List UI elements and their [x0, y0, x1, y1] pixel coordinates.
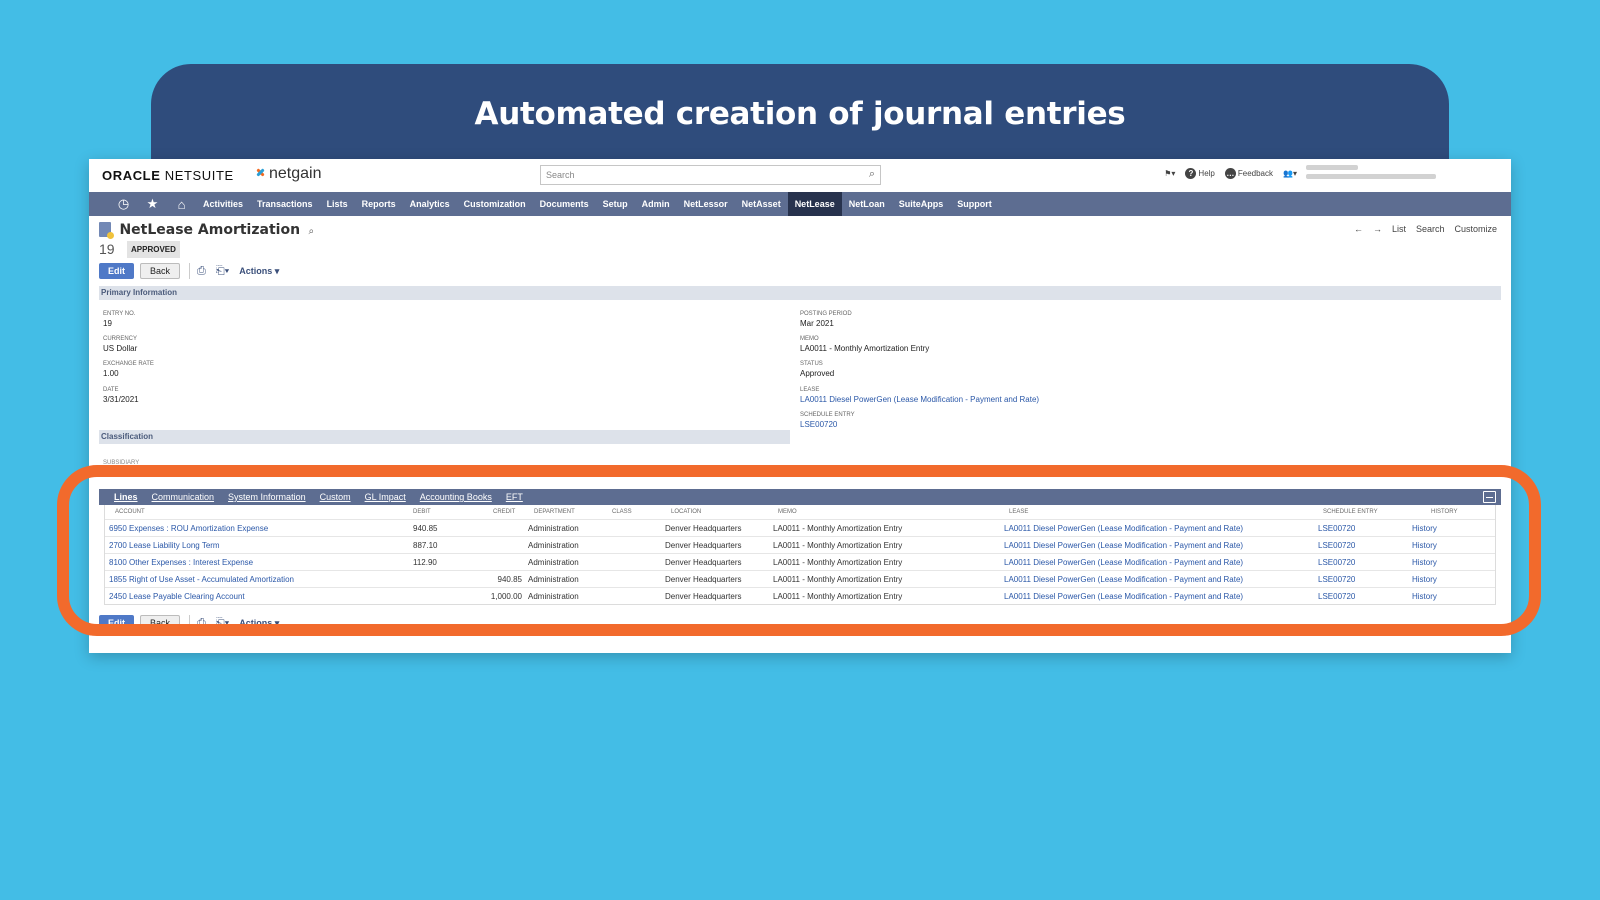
- status-label: STATUS: [800, 361, 823, 367]
- currency-label: CURRENCY: [103, 336, 138, 342]
- nav-lists[interactable]: Lists: [320, 192, 355, 216]
- user-menu-icon[interactable]: 👥▾: [1283, 169, 1297, 178]
- back-arrow-icon[interactable]: ←: [1354, 224, 1363, 234]
- global-search-input[interactable]: Search ⌕: [540, 165, 881, 185]
- posting-period-value: Mar 2021: [800, 319, 834, 328]
- lease-link[interactable]: LA0011 Diesel PowerGen (Lease Modificati…: [800, 395, 1039, 404]
- currency-field: CURRENCY US Dollar: [103, 336, 137, 353]
- date-value: 3/31/2021: [103, 395, 139, 404]
- nav-documents[interactable]: Documents: [533, 192, 596, 216]
- nav-suiteapps[interactable]: SuiteApps: [892, 192, 951, 216]
- new-icon[interactable]: ⎗▾: [216, 265, 229, 278]
- recent-icon[interactable]: ◷: [109, 196, 138, 212]
- primary-information-header[interactable]: Primary Information: [99, 286, 1501, 300]
- memo-field: MEMO LA0011 - Monthly Amortization Entry: [800, 336, 929, 353]
- feedback-link[interactable]: … Feedback: [1224, 168, 1274, 179]
- date-label: DATE: [103, 387, 119, 393]
- help-icon: ?: [1185, 168, 1197, 179]
- nav-netloan[interactable]: NetLoan: [842, 192, 892, 216]
- customize-link[interactable]: Customize: [1454, 224, 1497, 234]
- main-nav: ◷ ★ ⌂ Activities Transactions Lists Repo…: [89, 192, 1511, 216]
- netgain-icon: [254, 166, 267, 179]
- entry-no-label: ENTRY NO.: [103, 311, 136, 317]
- feedback-label: Feedback: [1237, 169, 1274, 178]
- lease-field: LEASE LA0011 Diesel PowerGen (Lease Modi…: [800, 387, 1039, 404]
- posting-period-label: POSTING PERIOD: [800, 311, 852, 317]
- memo-label: MEMO: [800, 336, 819, 342]
- nav-setup[interactable]: Setup: [596, 192, 635, 216]
- entry-no-value: 19: [103, 319, 112, 328]
- print-icon[interactable]: ⎙: [197, 265, 206, 278]
- search-icon[interactable]: ⌕: [869, 168, 875, 181]
- divider: [189, 263, 191, 279]
- nav-admin[interactable]: Admin: [635, 192, 677, 216]
- status-value: Approved: [800, 369, 835, 378]
- help-link[interactable]: ? Help: [1185, 168, 1215, 179]
- oracle-netsuite-logo[interactable]: ORACLE NETSUITE: [102, 168, 234, 183]
- shortcuts-icon[interactable]: ⚑▾: [1164, 169, 1175, 178]
- nav-support[interactable]: Support: [950, 192, 999, 216]
- feedback-icon: …: [1224, 168, 1236, 179]
- help-label: Help: [1198, 169, 1215, 178]
- page-title: NetLease Amortization: [119, 222, 301, 238]
- page-header: NetLease Amortization ⌕: [99, 221, 314, 239]
- nav-netlease[interactable]: NetLease: [787, 192, 842, 216]
- nav-transactions[interactable]: Transactions: [250, 192, 320, 216]
- netsuite-wordmark: NETSUITE: [164, 168, 234, 183]
- actions-menu[interactable]: Actions ▾: [239, 266, 279, 277]
- lines-highlight-frame: [57, 465, 1541, 636]
- oracle-wordmark: ORACLE: [102, 168, 161, 183]
- schedule-entry-link[interactable]: LSE00720: [800, 420, 855, 429]
- entry-no-field: ENTRY NO. 19: [103, 311, 135, 328]
- status-badge: APPROVED: [127, 241, 180, 258]
- posting-period-field: POSTING PERIOD Mar 2021: [800, 311, 852, 328]
- nav-analytics[interactable]: Analytics: [403, 192, 457, 216]
- nav-netlessor[interactable]: NetLessor: [677, 192, 735, 216]
- exchange-rate-field: EXCHANGE RATE 1.00: [103, 361, 154, 378]
- schedule-entry-field: SCHEDULE ENTRY LSE00720: [800, 412, 855, 429]
- record-icon: [99, 222, 114, 239]
- back-button[interactable]: Back: [140, 263, 181, 279]
- nav-netasset[interactable]: NetAsset: [735, 192, 788, 216]
- netgain-logo: netgain: [254, 165, 322, 183]
- date-field: DATE 3/31/2021: [103, 387, 139, 404]
- currency-value: US Dollar: [103, 344, 138, 353]
- classification-header[interactable]: Classification: [99, 430, 790, 444]
- exchange-rate-label: EXCHANGE RATE: [103, 361, 154, 367]
- top-button-row: Edit Back ⎙ ⎗▾ Actions ▾: [99, 263, 279, 279]
- star-icon[interactable]: ★: [138, 196, 167, 212]
- blurred-user-info[interactable]: [1306, 165, 1436, 185]
- status-field: STATUS Approved: [800, 361, 834, 378]
- search-icon[interactable]: ⌕: [308, 226, 314, 237]
- nav-reports[interactable]: Reports: [355, 192, 403, 216]
- top-bar: ORACLE NETSUITE netgain Search ⌕ ⚑▾ ? Hel…: [89, 159, 1511, 192]
- exchange-rate-value: 1.00: [103, 369, 119, 378]
- edit-button[interactable]: Edit: [99, 263, 134, 279]
- memo-value: LA0011 - Monthly Amortization Entry: [800, 344, 930, 353]
- forward-arrow-icon[interactable]: →: [1373, 224, 1382, 234]
- home-icon[interactable]: ⌂: [167, 197, 196, 212]
- list-link[interactable]: List: [1392, 224, 1406, 234]
- record-navigation: ← → List Search Customize: [1354, 224, 1497, 234]
- actions-label: Actions: [239, 265, 273, 276]
- search-link[interactable]: Search: [1416, 224, 1445, 234]
- netgain-wordmark: netgain: [269, 165, 322, 182]
- lease-label: LEASE: [800, 387, 820, 393]
- banner-title: Automated creation of journal entries: [474, 96, 1126, 132]
- record-number: 19: [99, 241, 115, 257]
- schedule-entry-label: SCHEDULE ENTRY: [800, 412, 855, 418]
- search-placeholder: Search: [546, 170, 575, 180]
- nav-customization[interactable]: Customization: [457, 192, 533, 216]
- nav-activities[interactable]: Activities: [196, 192, 250, 216]
